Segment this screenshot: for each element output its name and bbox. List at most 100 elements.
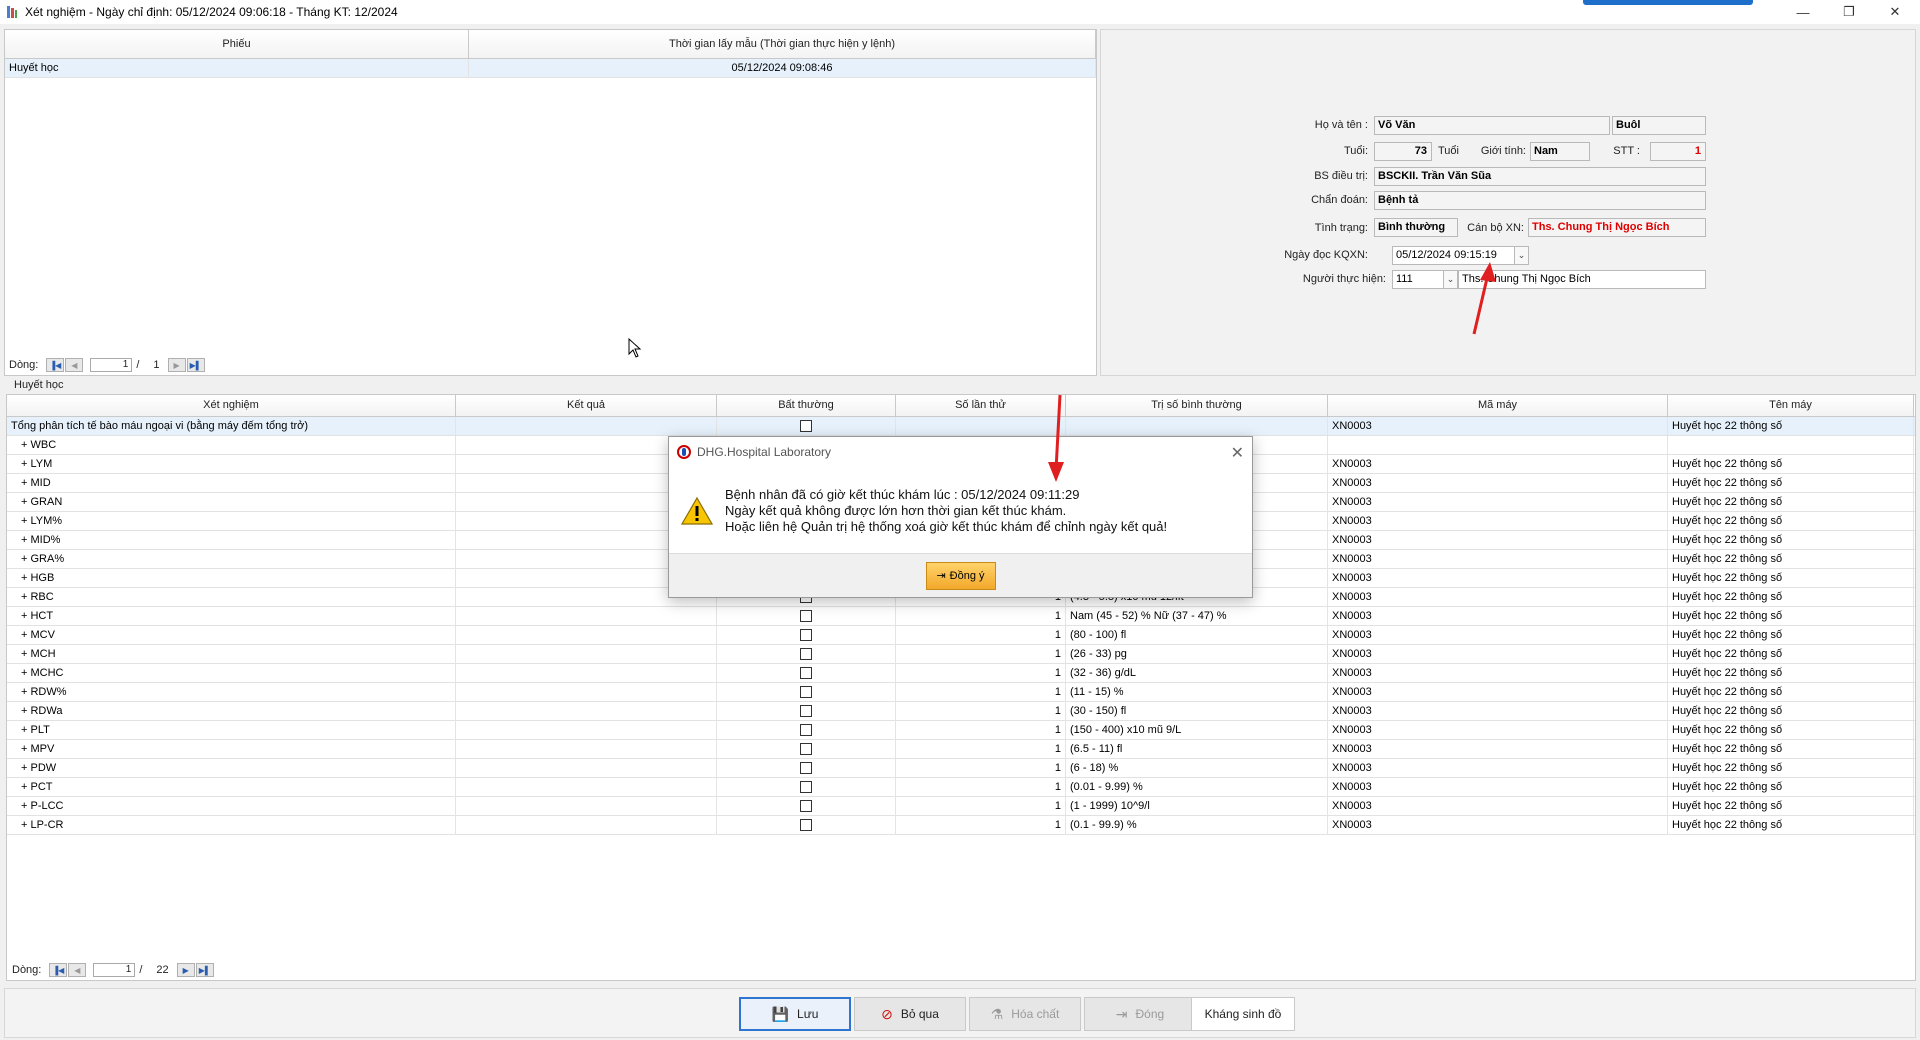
name-field[interactable]: Võ Văn xyxy=(1374,116,1610,135)
table-row[interactable]: + MCHC 1 (32 - 36) g/dL XN0003 Huyết học 22 … xyxy=(7,664,1915,683)
diagnosis-field[interactable]: Bệnh tả xyxy=(1374,191,1706,210)
cell-attempts: 1 xyxy=(896,797,1066,815)
cell-test: + MCHC xyxy=(7,664,456,682)
next-page-icon[interactable]: ▶ xyxy=(167,358,186,372)
gender-field[interactable]: Nam xyxy=(1530,142,1590,161)
abnormal-checkbox[interactable] xyxy=(800,629,812,642)
name2-field[interactable]: Buôl xyxy=(1612,116,1706,135)
abnormal-checkbox[interactable] xyxy=(800,667,812,680)
col-test[interactable]: Xét nghiệm xyxy=(7,395,456,416)
cell-result[interactable] xyxy=(456,721,717,739)
abnormal-checkbox[interactable] xyxy=(800,420,812,433)
cell-result[interactable] xyxy=(456,816,717,834)
abnormal-checkbox[interactable] xyxy=(800,648,812,661)
abnormal-checkbox[interactable] xyxy=(800,724,812,737)
status-field[interactable]: Bình thường xyxy=(1374,218,1458,237)
table-row[interactable]: + HCT 1 Nam (45 - 52) % Nữ (37 - 47) % XN00… xyxy=(7,607,1915,626)
cell-result[interactable] xyxy=(456,417,717,435)
page-sep: / xyxy=(139,964,143,976)
table-row[interactable]: + MCV 1 (80 - 100) fl XN0003 Huyết học 22 th… xyxy=(7,626,1915,645)
diagnosis-label: Chẩn đoán: xyxy=(1311,194,1368,206)
abnormal-checkbox[interactable] xyxy=(800,800,812,813)
chemicals-button[interactable]: ⚗ Hóa chất xyxy=(969,997,1081,1031)
close-icon[interactable]: ✕ xyxy=(1231,443,1244,463)
close-form-button[interactable]: ⇥ Đóng xyxy=(1084,997,1196,1031)
col-abnormal[interactable]: Bất thường xyxy=(717,395,896,416)
cell-machine-name: Huyết học 22 thông số xyxy=(1668,569,1914,587)
restore-button[interactable]: ❐ xyxy=(1826,0,1872,24)
age-field[interactable]: 73 xyxy=(1374,142,1432,161)
table-row[interactable]: + P-LCC 1 (1 - 1999) 10^9/l XN0003 Huyết học… xyxy=(7,797,1915,816)
abnormal-checkbox[interactable] xyxy=(800,686,812,699)
col-result[interactable]: Kết quả xyxy=(456,395,717,416)
page-input[interactable]: 1 xyxy=(90,358,133,372)
abnormal-checkbox[interactable] xyxy=(800,781,812,794)
ok-button[interactable]: ⇥ Đồng ý xyxy=(925,561,996,590)
abnormal-checkbox[interactable] xyxy=(800,743,812,756)
staff-field[interactable]: Ths. Chung Thị Ngọc Bích xyxy=(1528,218,1706,237)
cell-result[interactable] xyxy=(456,626,717,644)
hospital-logo-icon xyxy=(677,445,691,459)
table-row[interactable]: + PLT 1 (150 - 400) x10 mũ 9/L XN0003 Huyết … xyxy=(7,721,1915,740)
table-row[interactable]: + PCT 1 (0.01 - 9.99) % XN0003 Huyết học 22 … xyxy=(7,778,1915,797)
save-label: Lưu xyxy=(797,1007,819,1021)
cell-result[interactable] xyxy=(456,664,717,682)
performer-name-field[interactable]: Ths. Chung Thị Ngọc Bích xyxy=(1458,270,1706,289)
table-row[interactable]: Tổng phân tích tế bào máu ngoại vi (bằng… xyxy=(7,417,1915,436)
cell-abnormal xyxy=(717,740,896,758)
table-row[interactable]: + RDW% 1 (11 - 15) % XN0003 Huyết học 22 thô… xyxy=(7,683,1915,702)
table-row[interactable]: + LP-CR 1 (0.1 - 99.9) % XN0003 Huyết học 22… xyxy=(7,816,1915,835)
cell-result[interactable] xyxy=(456,778,717,796)
cell-attempts: 1 xyxy=(896,607,1066,625)
taskbar-indicator xyxy=(1583,0,1753,5)
cell-result[interactable] xyxy=(456,740,717,758)
skip-button[interactable]: ⊘ Bỏ qua xyxy=(854,997,966,1031)
stt-field[interactable]: 1 xyxy=(1650,142,1706,161)
performer-label: Người thực hiện: xyxy=(1302,273,1386,285)
abnormal-checkbox[interactable] xyxy=(800,705,812,718)
table-row[interactable]: + MCH 1 (26 - 33) pg XN0003 Huyết học 22 thô… xyxy=(7,645,1915,664)
col-machine-name[interactable]: Tên máy xyxy=(1668,395,1914,416)
cell-result[interactable] xyxy=(456,797,717,815)
cell-result[interactable] xyxy=(456,645,717,663)
page-input[interactable]: 1 xyxy=(93,963,136,977)
prev-page-icon[interactable]: ◀ xyxy=(65,358,84,372)
readdate-label: Ngày đọc KQXN: xyxy=(1284,249,1368,261)
chevron-down-icon[interactable]: ⌄ xyxy=(1514,247,1528,264)
cell-result[interactable] xyxy=(456,683,717,701)
table-row[interactable]: + RDWa 1 (30 - 150) fl XN0003 Huyết học 22 t… xyxy=(7,702,1915,721)
col-attempts[interactable]: Số lần thử xyxy=(896,395,1066,416)
next-page-icon[interactable]: ▶ xyxy=(176,963,195,977)
col-phieu[interactable]: Phiếu xyxy=(5,30,469,58)
readdate-picker[interactable]: 05/12/2024 09:15:19 ⌄ xyxy=(1392,246,1529,265)
col-machine-code[interactable]: Mã máy xyxy=(1328,395,1668,416)
close-button[interactable]: ✕ xyxy=(1872,0,1918,24)
col-normal-range[interactable]: Trị số bình thường xyxy=(1066,395,1328,416)
cell-normal-range: (26 - 33) pg xyxy=(1066,645,1328,663)
last-page-icon[interactable]: ▶▌ xyxy=(186,358,205,372)
cell-machine-name: Huyết học 22 thông số xyxy=(1668,531,1914,549)
doctor-label: BS điều trị: xyxy=(1314,170,1368,182)
save-button[interactable]: 💾 Lưu xyxy=(739,997,851,1031)
gender-label: Giới tính: xyxy=(1480,145,1526,157)
cell-result[interactable] xyxy=(456,702,717,720)
last-page-icon[interactable]: ▶▌ xyxy=(195,963,214,977)
antibiotic-button[interactable]: Kháng sinh đồ xyxy=(1191,997,1295,1031)
col-sample-time[interactable]: Thời gian lấy mẫu (Thời gian thực hiện y… xyxy=(469,30,1096,58)
first-page-icon[interactable]: ▐◀ xyxy=(46,358,65,372)
table-row[interactable]: + PDW 1 (6 - 18) % XN0003 Huyết học 22 thông… xyxy=(7,759,1915,778)
doctor-field[interactable]: BSCKII. Trần Văn Sũa xyxy=(1374,167,1706,186)
cell-result[interactable] xyxy=(456,607,717,625)
first-page-icon[interactable]: ▐◀ xyxy=(49,963,68,977)
prev-page-icon[interactable]: ◀ xyxy=(68,963,87,977)
table-row[interactable]: Huyết học 05/12/2024 09:08:46 xyxy=(5,59,1096,78)
cell-result[interactable] xyxy=(456,759,717,777)
abnormal-checkbox[interactable] xyxy=(800,762,812,775)
performer-code-combo[interactable]: 111 ⌄ xyxy=(1392,270,1458,289)
abnormal-checkbox[interactable] xyxy=(800,819,812,832)
cell-test: + LYM% xyxy=(7,512,456,530)
minimize-button[interactable]: — xyxy=(1780,0,1826,24)
abnormal-checkbox[interactable] xyxy=(800,610,812,623)
table-row[interactable]: + MPV 1 (6.5 - 11) fl XN0003 Huyết học 22 th… xyxy=(7,740,1915,759)
chevron-down-icon[interactable]: ⌄ xyxy=(1443,271,1457,288)
